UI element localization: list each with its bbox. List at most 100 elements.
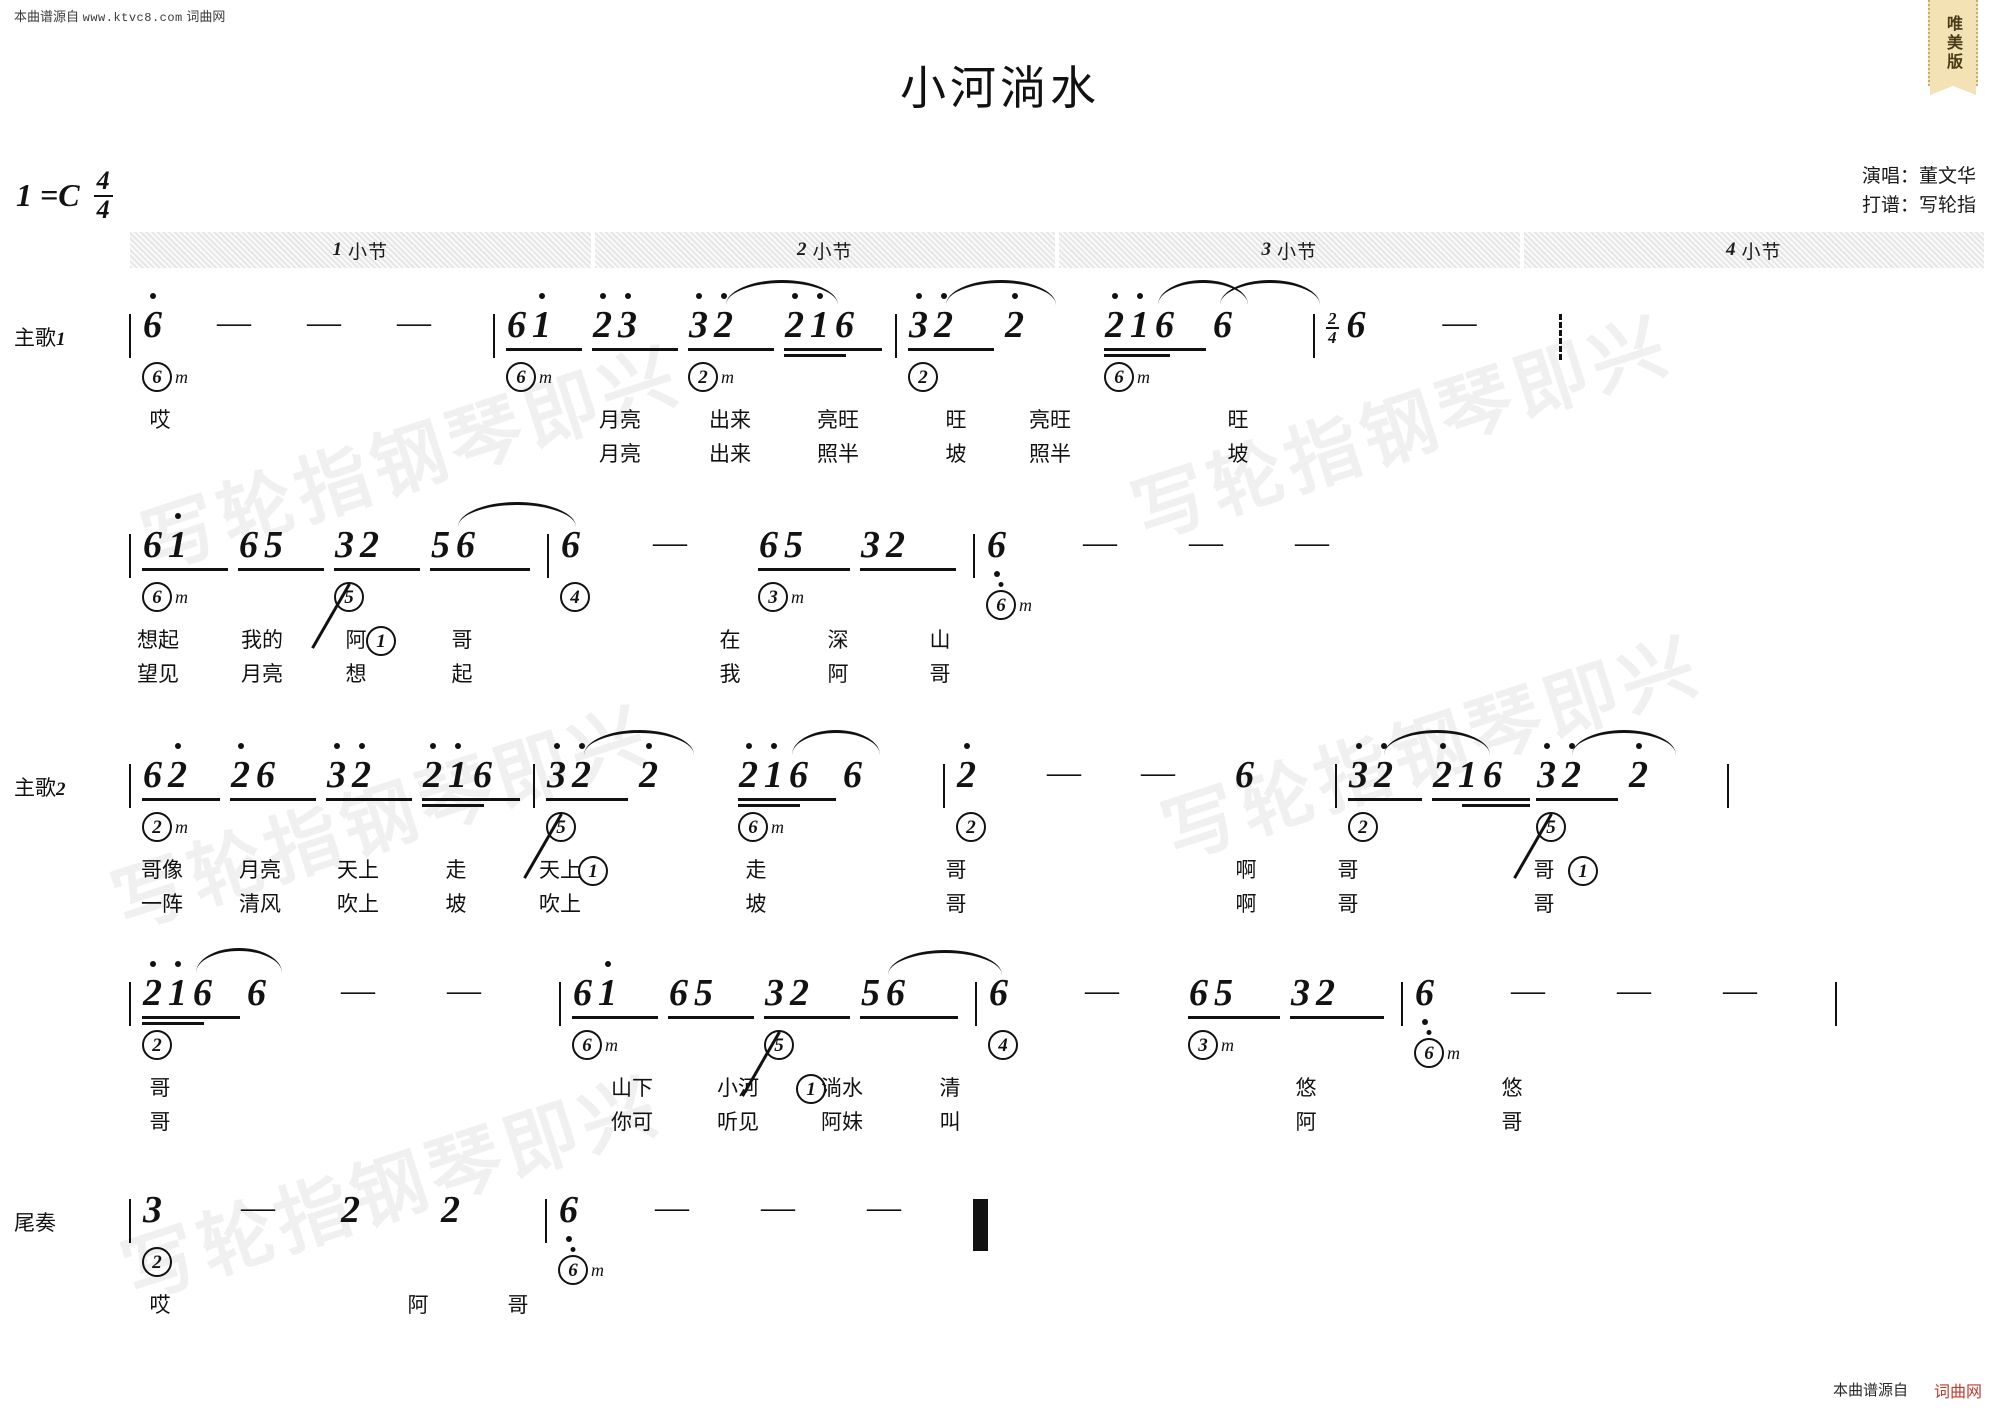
- note-dash: —: [1047, 754, 1081, 791]
- note: 2: [590, 293, 615, 344]
- chord-quality: m: [1221, 1035, 1234, 1055]
- lyric: 旺: [1227, 409, 1249, 432]
- slur: [792, 730, 880, 755]
- octave-dot-high: [333, 743, 340, 749]
- note: 2: [228, 743, 253, 794]
- lyric: 走: [745, 859, 767, 882]
- credits-block: 演唱：董文华 打谱：写轮指: [1862, 162, 1976, 221]
- note: 2: [349, 743, 374, 794]
- octave-dot-high: [645, 743, 652, 749]
- octave-dot-high: [1111, 293, 1118, 299]
- lyric: 哥: [1337, 859, 1359, 882]
- beam: [142, 1016, 240, 1019]
- note: 1: [165, 513, 190, 564]
- note: 1: [595, 961, 620, 1012]
- lyric: 听见: [717, 1111, 759, 1134]
- lyric: 深: [827, 629, 849, 652]
- staff-row-label-text: 主歌: [14, 327, 56, 350]
- barline: [975, 982, 977, 1026]
- chord-degree: 4: [988, 1030, 1018, 1060]
- chord-degree: 6: [1414, 1030, 1444, 1068]
- note: 6: [1189, 972, 1208, 1014]
- lyric: 吹上: [337, 893, 379, 916]
- octave-dot-high: [745, 743, 752, 749]
- note-dash: —: [653, 524, 687, 561]
- lyric: 啊: [1235, 893, 1257, 916]
- note-dash: —: [397, 304, 431, 341]
- time-signature-denominator: 4: [96, 194, 110, 224]
- note: 3: [615, 293, 640, 344]
- lyric: 哥: [451, 629, 473, 652]
- key-signature-block: 1 =C 4 4: [16, 167, 113, 224]
- octave-dot-high: [1355, 743, 1362, 749]
- note: 6: [239, 524, 258, 566]
- octave-dot-high: [1635, 743, 1642, 749]
- barline: [129, 314, 131, 358]
- footer-site-link[interactable]: 词曲网: [1934, 1378, 1982, 1402]
- note-dash: —: [1295, 524, 1329, 561]
- chord-degree: 4: [560, 582, 590, 612]
- staff-row: 尾奏 3 2 — 2 2 6 6m — — — 哎 阿 哥: [0, 1185, 2000, 1395]
- lyric: 阿: [345, 629, 367, 652]
- note: 6: [1213, 304, 1232, 346]
- chord-symbol: 2: [908, 362, 938, 392]
- measure-header-1-num: 1: [332, 239, 343, 260]
- note: 2: [569, 743, 594, 794]
- lyric: 出来: [709, 443, 751, 466]
- barline: [129, 982, 131, 1026]
- note: 6: [835, 304, 854, 346]
- note: 6: [140, 293, 165, 344]
- lyric: 淌水: [821, 1077, 863, 1100]
- staff-row: 主歌1 6 6m — — — 6 1 6m 2 3 3 2 2 m 2 1 6 …: [0, 280, 2000, 510]
- octave-dot-high: [149, 293, 156, 299]
- lyric: 叫: [939, 1111, 961, 1134]
- barline: [1401, 982, 1403, 1026]
- note: 2: [341, 1189, 360, 1231]
- lyric: 悠: [1295, 1077, 1317, 1100]
- chord-symbol: 6m: [1414, 1030, 1460, 1068]
- note: 6: [886, 972, 905, 1014]
- note: 2: [1430, 743, 1455, 794]
- source-site: 词曲网: [186, 9, 226, 24]
- note: 6: [1155, 304, 1174, 346]
- barline: [129, 534, 131, 578]
- note-dash: —: [307, 304, 341, 341]
- barline: [1835, 982, 1837, 1026]
- lyrics-line-2: 一阵 清风 吹上 坡 吹上 坡 哥 啊 哥 哥: [120, 888, 1986, 922]
- lyrics-line-1: 哎 月亮 出来 亮旺 旺 亮旺 旺: [120, 404, 1986, 438]
- note: 1: [165, 961, 190, 1012]
- note: 6: [573, 972, 592, 1014]
- octave-dot-high: [1136, 293, 1143, 299]
- note: 3: [1291, 972, 1310, 1014]
- lyric: 清风: [239, 893, 281, 916]
- chord-quality: m: [175, 817, 188, 837]
- note: 1: [761, 743, 786, 794]
- note: 3: [861, 524, 880, 566]
- octave-dot-high: [454, 743, 461, 749]
- note: 3: [765, 972, 784, 1014]
- lyrics-block: 哥像 月亮 天上 走 天上 走 哥 啊 哥 哥 一阵 清风 吹上 坡 吹上 坡 …: [120, 854, 1986, 922]
- octave-dot-high: [720, 293, 727, 299]
- note: 2: [1316, 972, 1335, 1014]
- beam: [784, 354, 846, 357]
- measure-header-2-num: 2: [796, 239, 808, 260]
- lyric: 天上: [539, 859, 581, 882]
- octave-dot-high: [791, 293, 798, 299]
- chord-quality: m: [175, 587, 188, 607]
- chord-degree: 2: [908, 362, 938, 392]
- barline-dashed: [1558, 314, 1562, 360]
- chord-quality: m: [1019, 595, 1032, 615]
- beam: [1432, 798, 1530, 801]
- footer-site-name: 词曲网: [1933, 1384, 1982, 1401]
- lyric: 哥: [945, 859, 967, 882]
- lyric: 想: [345, 663, 367, 686]
- song-title: 小河淌水: [900, 62, 1100, 114]
- octave-dot-high: [695, 293, 702, 299]
- octave-dot-high: [1543, 743, 1550, 749]
- octave-dot-high: [915, 293, 922, 299]
- note: 2: [165, 743, 190, 794]
- lyrics-line-1: 哥像 月亮 天上 走 天上 走 哥 啊 哥 哥: [120, 854, 1986, 888]
- beam: [430, 568, 530, 571]
- lyric: 啊: [1235, 859, 1257, 882]
- note: 5: [431, 524, 450, 566]
